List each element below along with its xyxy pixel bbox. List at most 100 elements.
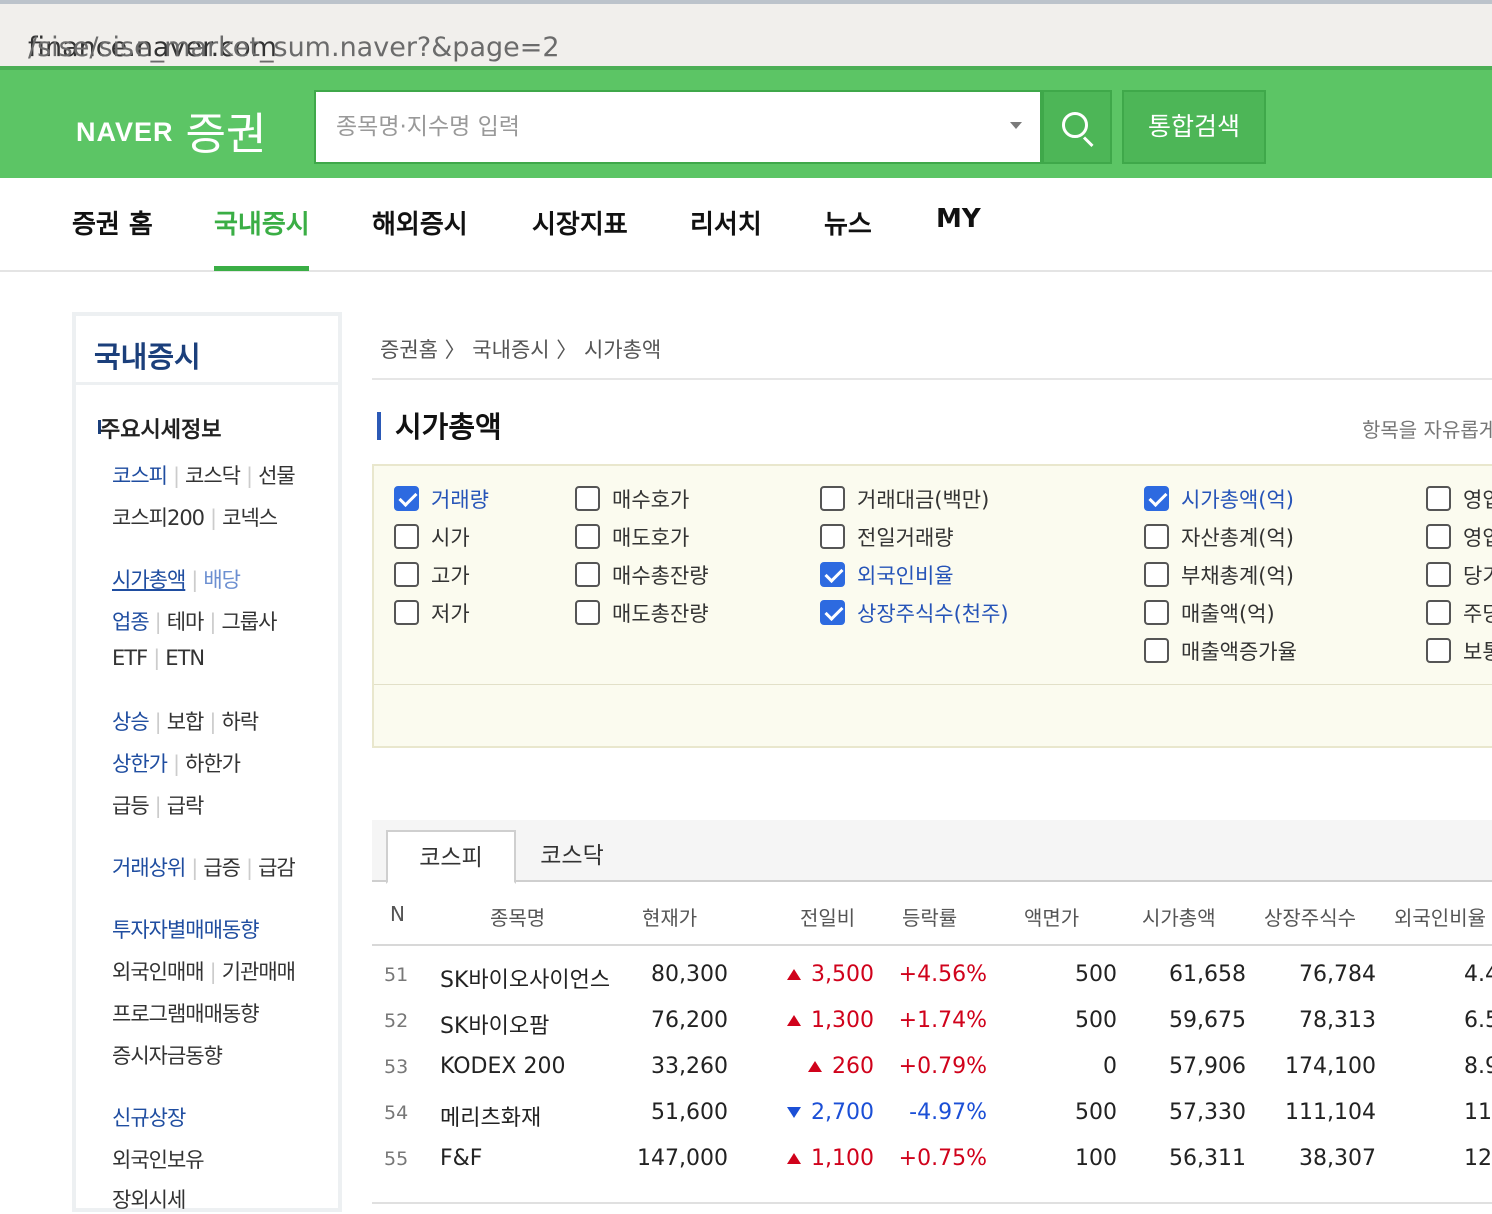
nav-item-home[interactable]: 증권 홈 [72, 204, 153, 241]
sidebar-link-dividend[interactable]: 배당 [203, 568, 241, 592]
sidebar-link-etf[interactable]: ETF [112, 646, 148, 670]
listed-shares: 38,307 [1299, 1146, 1376, 1171]
sidebar-link-surge[interactable]: 급등 [112, 794, 150, 818]
col-header-shares: 상장주식수 [1264, 906, 1356, 930]
search-input[interactable] [336, 110, 976, 144]
nav-item-research[interactable]: 리서치 [690, 204, 762, 241]
total-search-button[interactable]: 통합검색 [1122, 90, 1266, 164]
sidebar-section-title: 주요시세정보 [100, 418, 222, 443]
current-price: 33,260 [651, 1054, 728, 1079]
page-title: 시가총액 [395, 410, 502, 444]
listed-shares: 111,104 [1285, 1100, 1376, 1125]
checkbox-icon[interactable] [394, 600, 419, 625]
sidebar-link-otc[interactable]: 장외시세 [112, 1188, 186, 1212]
nav-item-news[interactable]: 뉴스 [824, 204, 872, 241]
checkbox-icon[interactable] [1144, 486, 1169, 511]
checkbox-icon[interactable] [1144, 638, 1169, 663]
checkbox-icon[interactable] [394, 524, 419, 549]
service-title[interactable]: 증권 [186, 109, 267, 160]
naver-logo[interactable]: NAVER [76, 117, 174, 147]
chevron-down-icon[interactable] [1010, 122, 1022, 129]
col-header-foreign: 외국인비율 [1394, 906, 1486, 930]
market-tabs: 코스피 코스닥 [372, 820, 1492, 884]
sidebar-link-theme[interactable]: 테마 [167, 610, 205, 634]
listed-shares: 78,313 [1299, 1008, 1376, 1033]
stock-name-link[interactable]: SK바이오팜 [440, 1008, 549, 1040]
sidebar-link-ipo[interactable]: 신규상장 [112, 1106, 186, 1130]
col-header-price: 현재가 [642, 906, 698, 930]
sidebar-link-volume-down[interactable]: 급감 [258, 856, 296, 880]
price-change: 1,300 [787, 1008, 874, 1033]
sidebar-link-futures[interactable]: 선물 [258, 464, 296, 488]
change-rate: +1.74% [898, 1008, 987, 1033]
sidebar-row: ETF | ETN [112, 646, 205, 670]
checkbox-icon[interactable] [1426, 562, 1451, 587]
sidebar-link-foreign-hold[interactable]: 외국인보유 [112, 1148, 205, 1172]
col-header-n: N [390, 902, 405, 926]
change-rate: +0.75% [898, 1146, 987, 1171]
stock-name-link[interactable]: 메리츠화재 [440, 1100, 541, 1132]
sidebar-link-foreign-trade[interactable]: 외국인매매 [112, 960, 205, 984]
sidebar-row: 시가총액 | 배당 [112, 568, 241, 592]
tab-kospi[interactable]: 코스피 [386, 830, 516, 884]
sidebar-link-funds[interactable]: 증시자금동향 [112, 1044, 223, 1068]
checkbox-icon[interactable] [1426, 486, 1451, 511]
sidebar-link-lower-limit[interactable]: 하한가 [185, 752, 241, 776]
sidebar-link-investor[interactable]: 투자자별매매동향 [112, 918, 260, 942]
checkbox-icon[interactable] [820, 562, 845, 587]
checkbox-icon[interactable] [1426, 638, 1451, 663]
sidebar-link-industry[interactable]: 업종 [112, 610, 150, 634]
checkbox-icon[interactable] [820, 600, 845, 625]
sidebar-link-group[interactable]: 그룹사 [221, 610, 277, 634]
sidebar-link-upper-limit[interactable]: 상한가 [112, 752, 168, 776]
col-header-name: 종목명 [490, 906, 546, 930]
sidebar-link-rise[interactable]: 상승 [112, 710, 150, 734]
sidebar-link-etn[interactable]: ETN [165, 646, 205, 670]
sidebar-link-flat[interactable]: 보합 [167, 710, 205, 734]
sidebar-row: 코스피200 | 코넥스 [112, 506, 278, 530]
stock-name-link[interactable]: SK바이오사이언스 [440, 962, 610, 994]
sidebar-link-fall[interactable]: 하락 [221, 710, 259, 734]
checkbox-icon[interactable] [1144, 524, 1169, 549]
triangle-up-icon [787, 1153, 802, 1164]
checkbox-icon[interactable] [394, 562, 419, 587]
sidebar-link-market-cap[interactable]: 시가총액 [112, 568, 186, 592]
checkbox-icon[interactable] [820, 524, 845, 549]
sidebar-link-kosdaq[interactable]: 코스닥 [185, 464, 241, 488]
checkbox-icon[interactable] [820, 486, 845, 511]
nav-item-overseas[interactable]: 해외증시 [372, 204, 468, 241]
stock-name-link[interactable]: F&F [440, 1146, 482, 1171]
checkbox-icon[interactable] [394, 486, 419, 511]
col-header-market-cap: 시가총액 [1142, 906, 1216, 930]
nav-item-indicators[interactable]: 시장지표 [532, 204, 628, 241]
foreign-ratio: 11.0 [1464, 1100, 1492, 1125]
checkbox-icon[interactable] [1426, 524, 1451, 549]
search-button[interactable] [1042, 90, 1112, 164]
sidebar-link-konex[interactable]: 코넥스 [222, 506, 278, 530]
logo[interactable]: NAVER 증권 [76, 98, 266, 162]
triangle-up-icon [787, 1015, 802, 1026]
checkbox-icon[interactable] [575, 524, 600, 549]
nav-item-my[interactable]: MY [936, 204, 981, 234]
checkbox-icon[interactable] [575, 562, 600, 587]
foreign-ratio: 12.8 [1464, 1146, 1492, 1171]
checkbox-icon[interactable] [1144, 600, 1169, 625]
stock-name-link[interactable]: KODEX 200 [440, 1054, 565, 1079]
sidebar-link-kospi[interactable]: 코스피 [112, 464, 168, 488]
sidebar-link-kospi200[interactable]: 코스피200 [112, 506, 205, 530]
current-price: 51,600 [651, 1100, 728, 1125]
address-bar[interactable]: finance.naver.com/sise/sise_market_sum.n… [0, 0, 1492, 66]
breadcrumb[interactable]: 증권홈 〉 국내증시 〉 시가총액 [380, 334, 661, 364]
checkbox-icon[interactable] [575, 486, 600, 511]
checkbox-icon[interactable] [575, 600, 600, 625]
checkbox-icon[interactable] [1426, 600, 1451, 625]
sidebar-link-program[interactable]: 프로그램매매동향 [112, 1002, 260, 1026]
nav-item-domestic[interactable]: 국내증시 [214, 204, 310, 241]
sidebar-link-volume-up[interactable]: 급증 [203, 856, 241, 880]
tab-kosdaq[interactable]: 코스닥 [522, 830, 622, 884]
checkbox-icon[interactable] [1144, 562, 1169, 587]
sidebar-link-volume-top[interactable]: 거래상위 [112, 856, 186, 880]
table-row: 52 SK바이오팜 76,200 1,300 +1.74% 500 59,675 78,313… [372, 1000, 1492, 1046]
sidebar-link-plunge[interactable]: 급락 [167, 794, 205, 818]
sidebar-link-inst-trade[interactable]: 기관매매 [222, 960, 296, 984]
